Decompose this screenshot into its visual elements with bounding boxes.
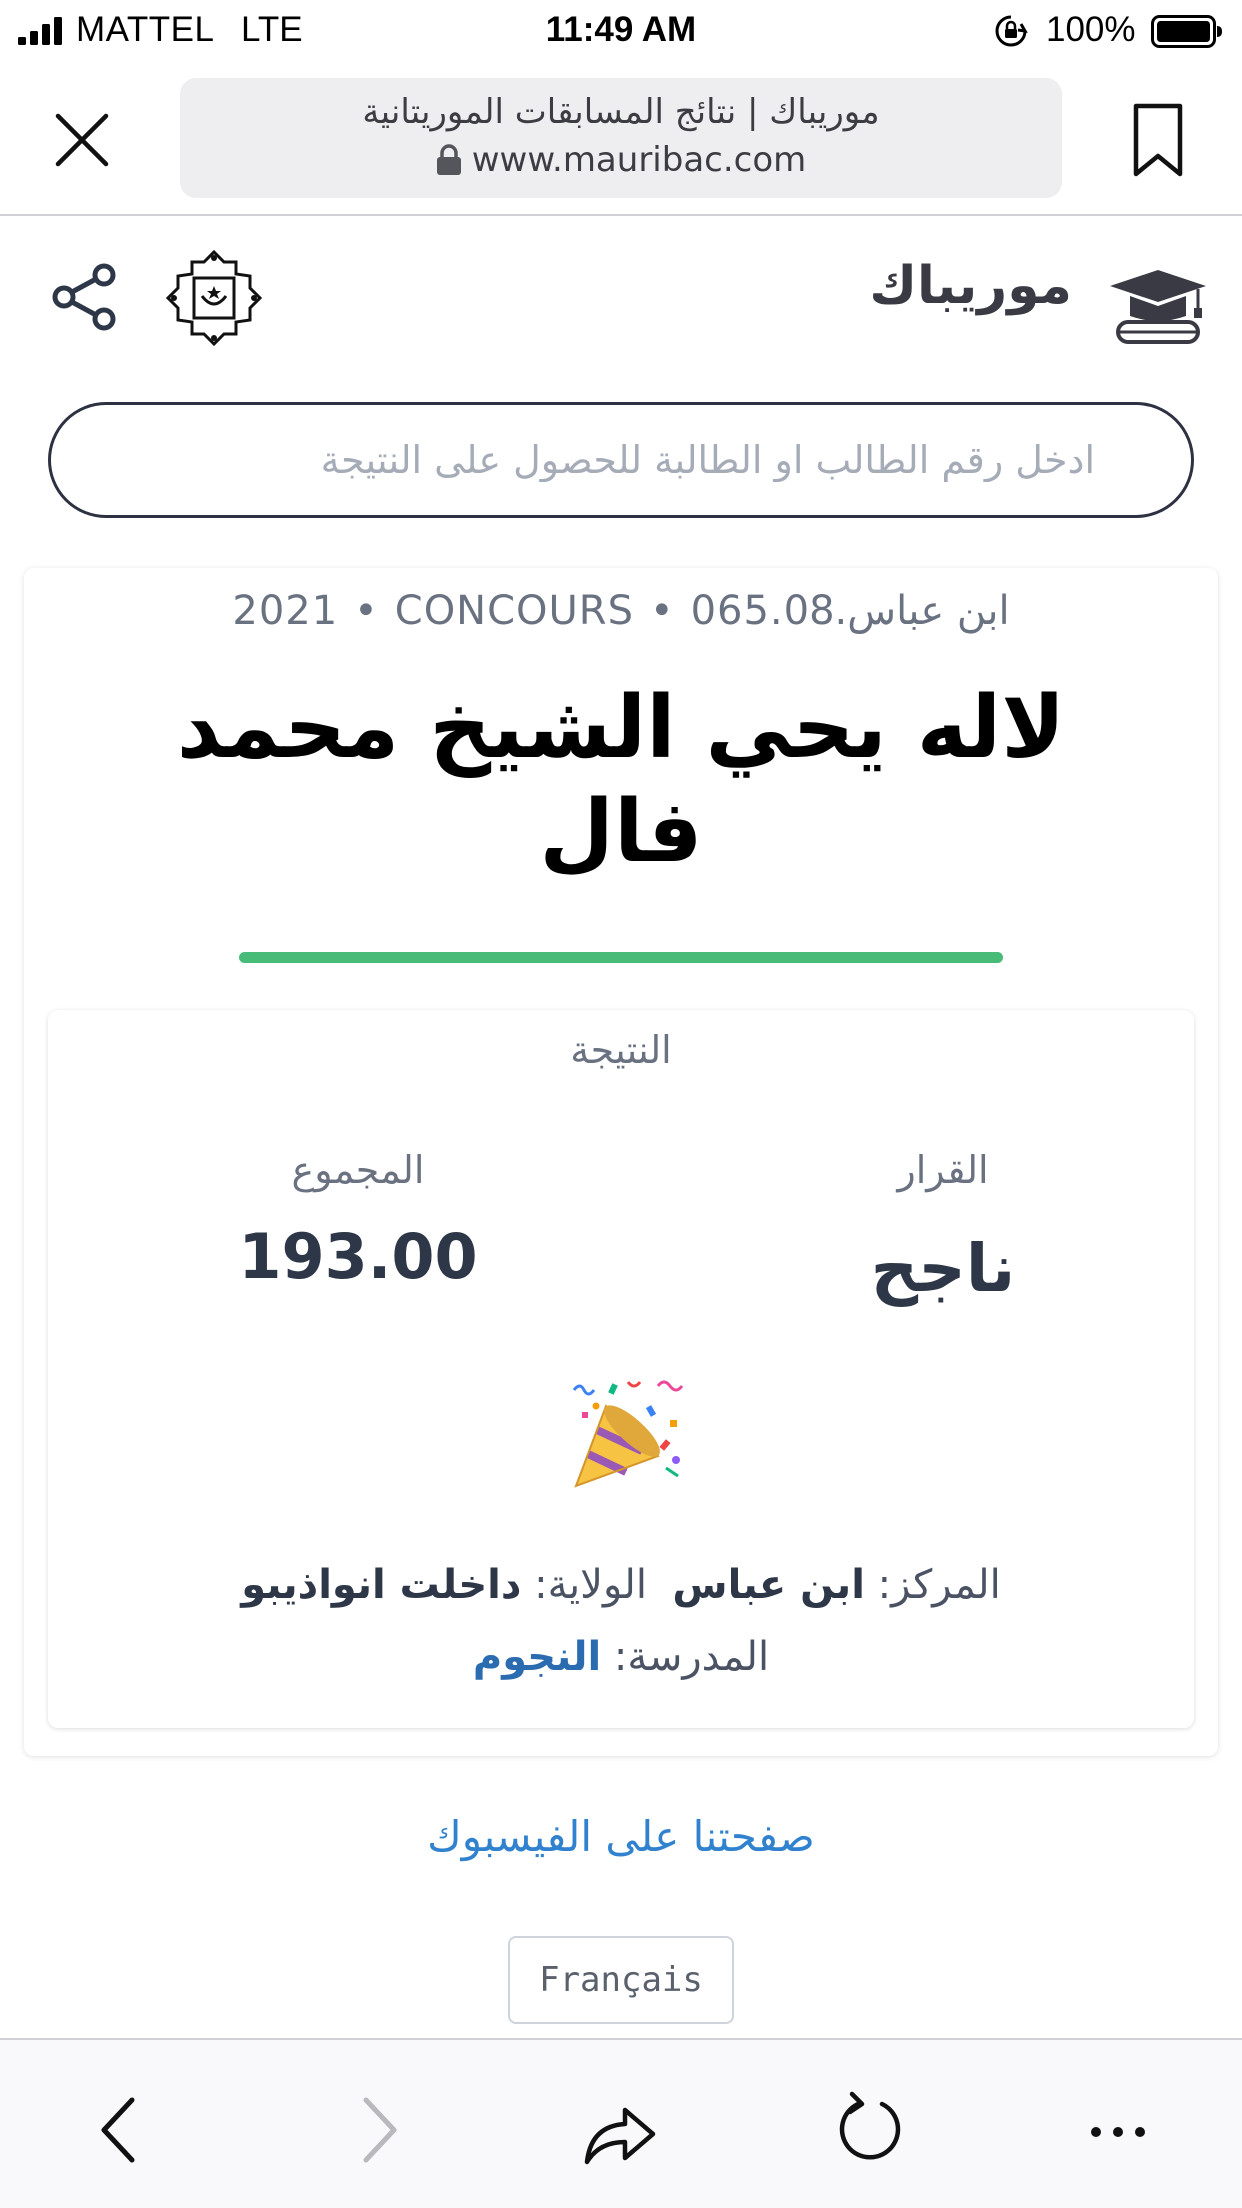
- page: MATTEL LTE 11:49 AM 100% موريباك | نتائج…: [0, 0, 1242, 2208]
- language-button[interactable]: Français: [508, 1936, 734, 2024]
- bookmark-icon[interactable]: [1130, 100, 1186, 180]
- padlock-icon: [436, 144, 461, 175]
- share-out-icon[interactable]: [581, 2090, 661, 2170]
- site-header: موريباك: [0, 220, 1242, 380]
- browser-toolbar: [0, 2038, 1242, 2208]
- center-label: المركز:: [877, 1562, 1001, 1608]
- school-value: النجوم: [472, 1634, 602, 1680]
- decision-value: ناجح: [870, 1230, 1016, 1307]
- center-value: ابن عباس: [672, 1562, 865, 1608]
- student-name: لاله يحي الشيخ محمد فال: [176, 678, 1066, 882]
- browser-address-bar: موريباك | نتائج المسابقات الموريتانية ww…: [0, 62, 1242, 216]
- battery-percent: 100%: [1046, 10, 1136, 49]
- state-value: داخلت انواذيبو: [241, 1562, 522, 1608]
- decision-label: القرار: [897, 1148, 989, 1192]
- total-label: المجموع: [291, 1148, 425, 1192]
- separator-dot: •: [354, 588, 379, 634]
- url-field[interactable]: موريباك | نتائج المسابقات الموريتانية ww…: [180, 78, 1062, 198]
- party-popper-icon: [572, 1380, 684, 1488]
- result-card: 2021 • CONCOURS • 065.ابن عباس.08 لاله يحي ا…: [24, 568, 1218, 1756]
- page-title: موريباك | نتائج المسابقات الموريتانية: [362, 92, 880, 132]
- facebook-page-link[interactable]: صفحتنا على الفيسبوك: [0, 1812, 1242, 1861]
- battery-icon: [1151, 15, 1222, 48]
- center-code: 065.ابن عباس.08: [690, 588, 1010, 634]
- student-number-search-input[interactable]: [48, 402, 1194, 518]
- status-bar: MATTEL LTE 11:49 AM 100%: [0, 0, 1242, 62]
- result-section-title: النتيجة: [570, 1028, 672, 1072]
- url-line: www.mauribac.com: [180, 140, 1062, 180]
- more-icon[interactable]: [1078, 2090, 1158, 2170]
- school-label: المدرسة:: [613, 1634, 770, 1680]
- total-value: 193.00: [238, 1220, 478, 1293]
- url-text: www.mauribac.com: [471, 140, 807, 180]
- center-state-line: المركز: ابن عباس الولاية: داخلت انواذيبو: [48, 1562, 1194, 1608]
- exam-year: 2021: [232, 588, 339, 634]
- state-label: الولاية:: [534, 1562, 647, 1608]
- graduation-cap-icon: [1110, 270, 1206, 344]
- exam-meta: 2021 • CONCOURS • 065.ابن عباس.08: [24, 588, 1218, 634]
- rotation-lock-icon: [995, 15, 1028, 47]
- reload-icon[interactable]: [830, 2090, 910, 2170]
- emblem-icon: [165, 249, 263, 347]
- close-icon[interactable]: [52, 110, 112, 170]
- success-bar: [239, 952, 1003, 963]
- forward-icon[interactable]: [338, 2090, 418, 2170]
- school-line: المدرسة: النجوم: [48, 1634, 1194, 1680]
- share-icon[interactable]: [50, 262, 120, 332]
- brand-name[interactable]: موريباك: [869, 256, 1072, 316]
- separator-dot: •: [649, 588, 675, 634]
- result-details-card: النتيجة القرار ناجح المجموع 193.00 المرك…: [48, 1010, 1194, 1728]
- exam-type: CONCOURS: [394, 588, 634, 634]
- back-icon[interactable]: [80, 2090, 160, 2170]
